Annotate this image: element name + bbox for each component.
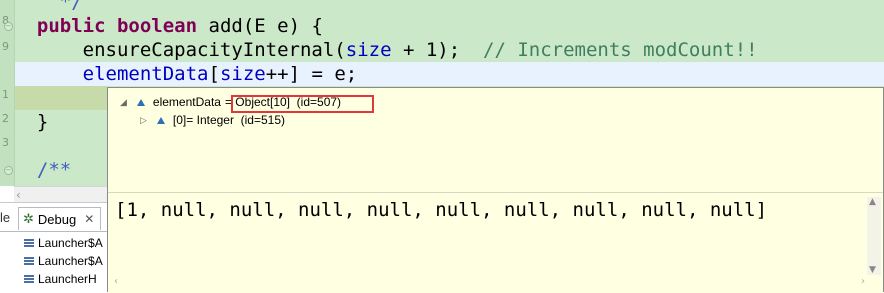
tab-debug[interactable]: ✲ Debug ✕	[18, 207, 102, 230]
code-line: public boolean add(E e) {	[14, 14, 323, 38]
selected-line-highlight	[15, 86, 107, 110]
expanded-arrow-icon[interactable]: ◢	[120, 97, 127, 108]
code-token: }	[36, 111, 49, 133]
list-item-label: Launcher$A	[38, 254, 103, 268]
tab-previous[interactable]: le	[0, 210, 10, 225]
editor-gutter: 8 9 1 2 3 − −	[0, 0, 15, 186]
detail-vertical-scrollbar[interactable]: ▲ ▼	[867, 197, 881, 275]
close-icon[interactable]: ✕	[84, 212, 94, 226]
list-item[interactable]: LauncherH	[24, 272, 97, 286]
code-token: /**	[36, 159, 72, 181]
variable-hover-popup: ◢ elementData = Object[10] (id=507) ▷ [0]…	[107, 87, 884, 293]
collapsed-arrow-icon[interactable]: ▷	[140, 115, 147, 126]
detail-horizontal-scrollbar[interactable]: ‹ ›	[112, 276, 865, 290]
scroll-left-icon[interactable]: ‹	[114, 276, 118, 287]
scroll-left-icon[interactable]: ‹	[16, 187, 21, 203]
code-token: + 1);	[391, 39, 484, 61]
code-token: elementData	[82, 63, 209, 85]
tree-row-element-0[interactable]: ▷ [0]= Integer (id=515)	[140, 113, 285, 127]
scroll-up-icon[interactable]: ▲	[869, 197, 876, 207]
code-token: // Increments modCount!!	[483, 39, 758, 61]
highlight-box	[231, 95, 374, 113]
code-line: ensureCapacityInternal(size + 1); // Inc…	[14, 38, 758, 62]
list-item-label: Launcher$A	[38, 236, 103, 250]
fold-minus-icon[interactable]: −	[4, 22, 13, 31]
detail-value: [1, null, null, null, null, null, null, …	[115, 199, 768, 221]
code-line: /**	[14, 158, 71, 182]
thread-icon	[24, 256, 34, 266]
thread-icon	[24, 274, 34, 284]
code-token: ++] = e;	[265, 63, 358, 85]
field-icon	[156, 116, 165, 124]
code-token: public	[36, 15, 106, 37]
field-icon	[136, 98, 145, 106]
code-line: */	[14, 0, 83, 14]
gutter-mark: 9	[2, 40, 9, 53]
tab-debug-label: Debug	[37, 211, 77, 227]
variable-name: elementData	[152, 95, 221, 109]
scroll-down-icon[interactable]: ▼	[869, 265, 876, 275]
list-item[interactable]: Launcher$A	[24, 254, 103, 268]
code-token: ensureCapacityInternal(	[82, 39, 346, 61]
gutter-mark: 2	[2, 112, 9, 125]
debug-bug-icon: ✲	[23, 211, 34, 226]
code-line: elementData[size++] = e;	[14, 62, 358, 86]
list-item-label: LauncherH	[38, 272, 97, 286]
fold-minus-icon[interactable]: −	[4, 166, 13, 175]
variable-name: [0]= Integer (id=515)	[172, 113, 285, 127]
thread-icon	[24, 238, 34, 248]
scroll-right-icon[interactable]: ›	[861, 276, 865, 287]
code-token: size	[219, 63, 266, 85]
code-token: */	[59, 0, 83, 13]
variable-tree: ◢ elementData = Object[10] (id=507) ▷ [0]…	[108, 88, 883, 193]
gutter-mark: 3	[2, 136, 9, 149]
code-token: add(E e) {	[197, 15, 323, 37]
code-token: size	[345, 39, 392, 61]
code-token: [	[208, 63, 220, 85]
gutter-mark: 1	[2, 88, 9, 101]
list-item[interactable]: Launcher$A	[24, 236, 103, 250]
code-token: boolean	[116, 15, 198, 37]
code-line: }	[14, 110, 48, 134]
